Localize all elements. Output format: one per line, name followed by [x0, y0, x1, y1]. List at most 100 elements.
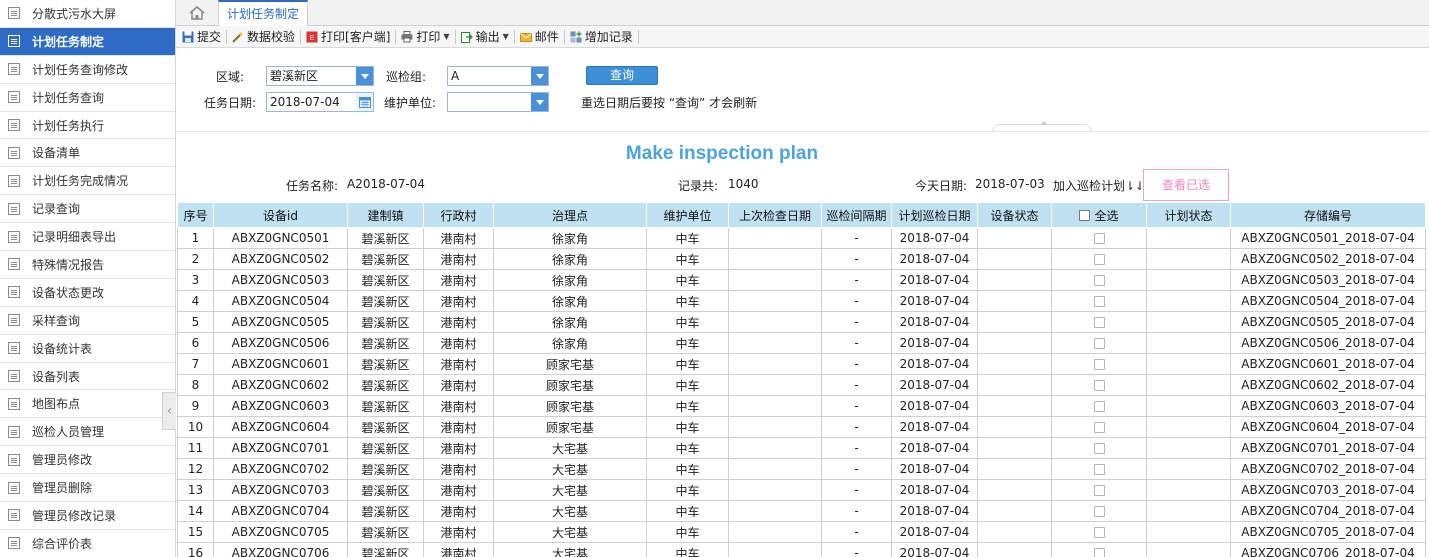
select-all-checkbox[interactable] — [1079, 209, 1091, 221]
table-row[interactable]: 16 ABXZ0GNC0706 碧溪新区 港南村 大宅基 中车 -2018-07-04 ABX… — [177, 542, 1426, 557]
toolbar-button[interactable]: 输出 ▼ — [457, 27, 513, 47]
table-row[interactable]: 11 ABXZ0GNC0701 碧溪新区 港南村 大宅基 中车 -2018-07-04 ABX… — [177, 437, 1426, 459]
sidebar-item[interactable]: 计划任务完成情况 — [0, 167, 175, 196]
row-checkbox[interactable] — [1093, 380, 1105, 391]
sidebar-item[interactable]: 计划任务执行 — [0, 112, 175, 140]
sidebar-item[interactable]: 设备列表 — [0, 363, 175, 391]
table-cell[interactable] — [1051, 521, 1147, 543]
table-cell[interactable] — [1051, 458, 1147, 480]
refresh-hint: 重选日期后要按 “查询” 才会刷新 — [581, 96, 758, 110]
toolbar-button[interactable]: 数据校验 — [228, 27, 299, 47]
sidebar-item[interactable]: 设备统计表 — [0, 335, 175, 363]
view-selected-button[interactable]: 查看已选 — [1143, 169, 1229, 201]
table-cell — [1146, 332, 1231, 354]
caret-down-icon[interactable]: ▼ — [503, 32, 509, 41]
unit-select[interactable] — [447, 92, 549, 112]
table-cell[interactable] — [1051, 353, 1147, 375]
row-checkbox[interactable] — [1093, 401, 1105, 412]
row-checkbox[interactable] — [1093, 527, 1105, 538]
chevron-down-icon[interactable] — [356, 67, 373, 85]
table-row[interactable]: 7 ABXZ0GNC0601 碧溪新区 港南村 顾家宅基 中车 -2018-07-04 ABX… — [177, 353, 1426, 375]
column-header[interactable]: 全选 — [1051, 202, 1147, 228]
row-checkbox[interactable] — [1093, 464, 1105, 475]
mail-icon — [519, 31, 532, 43]
table-cell[interactable] — [1051, 290, 1147, 312]
sidebar-item[interactable]: 特殊情况报告 — [0, 251, 175, 279]
row-checkbox[interactable] — [1093, 506, 1105, 517]
table-cell[interactable] — [1051, 542, 1147, 557]
table-row[interactable]: 13 ABXZ0GNC0703 碧溪新区 港南村 大宅基 中车 -2018-07-04 ABX… — [177, 479, 1426, 501]
row-checkbox[interactable] — [1093, 443, 1105, 454]
sidebar-item[interactable]: 设备状态更改 — [0, 279, 175, 307]
sidebar-item[interactable]: 分散式污水大屏 — [0, 0, 175, 28]
table-row[interactable]: 15 ABXZ0GNC0705 碧溪新区 港南村 大宅基 中车 -2018-07-04 ABX… — [177, 521, 1426, 543]
tab-plan-task[interactable]: 计划任务制定 — [218, 0, 309, 26]
home-tab[interactable] — [184, 2, 210, 24]
group-select[interactable]: A — [447, 66, 549, 86]
sidebar-item[interactable]: 管理员修改 — [0, 446, 175, 475]
row-checkbox[interactable] — [1093, 359, 1105, 370]
table-row[interactable]: 5 ABXZ0GNC0505 碧溪新区 港南村 徐家角 中车 -2018-07-04 ABXZ… — [177, 311, 1426, 333]
table-cell[interactable] — [1051, 227, 1147, 249]
row-checkbox[interactable] — [1093, 275, 1105, 286]
calendar-icon[interactable] — [356, 93, 373, 111]
toolbar-button[interactable]: 打印 ▼ — [397, 27, 453, 47]
table-cell[interactable] — [1051, 374, 1147, 396]
table-cell[interactable] — [1051, 500, 1147, 522]
table-cell[interactable] — [1051, 395, 1147, 417]
sidebar-item[interactable]: 地图布点 — [0, 390, 175, 419]
add-to-plan-link[interactable]: 加入巡检计划⇂⇃ — [1053, 177, 1145, 194]
table-cell[interactable] — [1051, 416, 1147, 438]
table-row[interactable]: 10 ABXZ0GNC0604 碧溪新区 港南村 顾家宅基 中车 -2018-07-04 AB… — [177, 416, 1426, 438]
table-cell[interactable] — [1051, 248, 1147, 270]
sidebar-item[interactable]: 记录查询 — [0, 195, 175, 224]
table-cell[interactable] — [1051, 479, 1147, 501]
table-cell[interactable] — [1051, 332, 1147, 354]
table-row[interactable]: 4 ABXZ0GNC0504 碧溪新区 港南村 徐家角 中车 -2018-07-04 ABXZ… — [177, 290, 1426, 312]
table-row[interactable]: 6 ABXZ0GNC0506 碧溪新区 港南村 徐家角 中车 -2018-07-04 ABXZ… — [177, 332, 1426, 354]
query-button[interactable]: 查询 — [586, 66, 658, 85]
table-row[interactable]: 8 ABXZ0GNC0602 碧溪新区 港南村 顾家宅基 中车 -2018-07-04 ABX… — [177, 374, 1426, 396]
table-cell: 2018-07-04 — [891, 395, 978, 417]
sidebar-item[interactable]: 管理员删除 — [0, 474, 175, 503]
table-row[interactable]: 3 ABXZ0GNC0503 碧溪新区 港南村 徐家角 中车 -2018-07-04 ABXZ… — [177, 269, 1426, 291]
chevron-down-icon[interactable] — [531, 67, 548, 85]
row-checkbox[interactable] — [1093, 548, 1105, 557]
toolbar-button[interactable]: 增加记录 — [566, 27, 637, 47]
column-header-label: 全选 — [1094, 208, 1119, 223]
row-checkbox[interactable] — [1093, 317, 1105, 328]
table-cell: 大宅基 — [493, 521, 647, 543]
table-row[interactable]: 12 ABXZ0GNC0702 碧溪新区 港南村 大宅基 中车 -2018-07-04 ABX… — [177, 458, 1426, 480]
sidebar-item[interactable]: 计划任务查询修改 — [0, 56, 175, 84]
caret-down-icon[interactable]: ▼ — [443, 32, 449, 41]
row-checkbox[interactable] — [1093, 233, 1105, 244]
row-checkbox[interactable] — [1093, 485, 1105, 496]
sidebar-item[interactable]: 采样查询 — [0, 307, 175, 335]
region-select[interactable]: 碧溪新区 — [266, 66, 374, 86]
table-cell[interactable] — [1051, 311, 1147, 333]
table-cell[interactable] — [1051, 269, 1147, 291]
sidebar-item[interactable]: 计划任务查询 — [0, 84, 175, 112]
toolbar-button[interactable]: E 打印[客户端] — [302, 27, 394, 47]
row-checkbox[interactable] — [1093, 254, 1105, 265]
chevron-down-icon[interactable] — [531, 93, 548, 111]
sidebar-item[interactable]: 巡检人员管理 — [0, 418, 175, 447]
table-cell: 5 — [177, 311, 214, 333]
date-field[interactable]: 2018-07-04 — [266, 92, 374, 112]
table-row[interactable]: 1 ABXZ0GNC0501 碧溪新区 港南村 徐家角 中车 -2018-07-04 ABXZ… — [177, 227, 1426, 249]
table-row[interactable]: 9 ABXZ0GNC0603 碧溪新区 港南村 顾家宅基 中车 -2018-07-04 ABX… — [177, 395, 1426, 417]
row-checkbox[interactable] — [1093, 422, 1105, 433]
table-row[interactable]: 14 ABXZ0GNC0704 碧溪新区 港南村 大宅基 中车 -2018-07-04 ABX… — [177, 500, 1426, 522]
sidebar-item[interactable]: 综合评价表 — [0, 530, 175, 557]
sidebar-collapse-handle[interactable]: ‹ — [162, 392, 176, 430]
sidebar-item[interactable]: 计划任务制定 — [0, 27, 175, 56]
table-row[interactable]: 2 ABXZ0GNC0502 碧溪新区 港南村 徐家角 中车 -2018-07-04 ABXZ… — [177, 248, 1426, 270]
sidebar-item[interactable]: 管理员修改记录 — [0, 502, 175, 530]
sidebar-item[interactable]: 设备清单 — [0, 139, 175, 168]
sidebar-item[interactable]: 记录明细表导出 — [0, 223, 175, 252]
toolbar-button[interactable]: 邮件 — [516, 27, 563, 47]
toolbar-button[interactable]: 提交 — [178, 27, 225, 47]
row-checkbox[interactable] — [1093, 338, 1105, 349]
table-cell[interactable] — [1051, 437, 1147, 459]
row-checkbox[interactable] — [1093, 296, 1105, 307]
